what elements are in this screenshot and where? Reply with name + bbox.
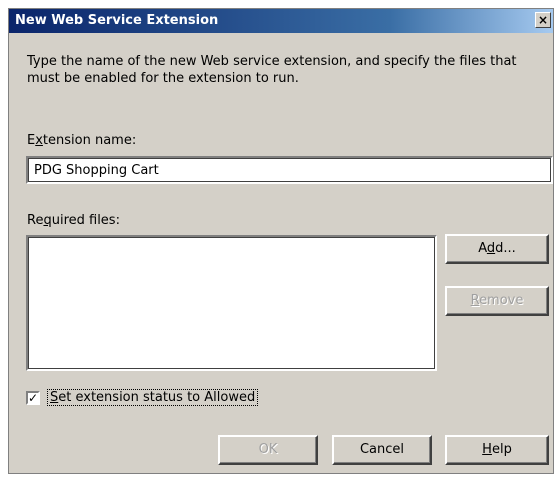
extension-name-label: Extension name: (27, 133, 137, 148)
cancel-button[interactable]: Cancel (332, 435, 432, 465)
close-button[interactable]: × (535, 12, 551, 28)
window-title: New Web Service Extension (15, 13, 219, 28)
allowed-checkbox[interactable]: ✓ (26, 391, 40, 405)
extension-name-input[interactable]: PDG Shopping Cart (26, 156, 553, 184)
new-web-service-extension-dialog: New Web Service Extension × Type the nam… (8, 8, 554, 474)
required-files-list[interactable] (26, 235, 437, 371)
close-icon: × (537, 13, 549, 27)
add-button[interactable]: Add... (445, 234, 549, 264)
instructions-text: Type the name of the new Web service ext… (27, 54, 517, 86)
remove-button[interactable]: Remove (445, 286, 549, 316)
allowed-checkbox-label[interactable]: Set extension status to Allowed (47, 389, 259, 406)
checkmark-icon: ✓ (28, 391, 39, 405)
extension-name-value: PDG Shopping Cart (34, 163, 159, 178)
ok-button[interactable]: OK (218, 435, 318, 465)
help-button[interactable]: Help (445, 435, 549, 465)
required-files-label: Required files: (27, 213, 120, 228)
title-bar[interactable]: New Web Service Extension × (9, 9, 553, 33)
